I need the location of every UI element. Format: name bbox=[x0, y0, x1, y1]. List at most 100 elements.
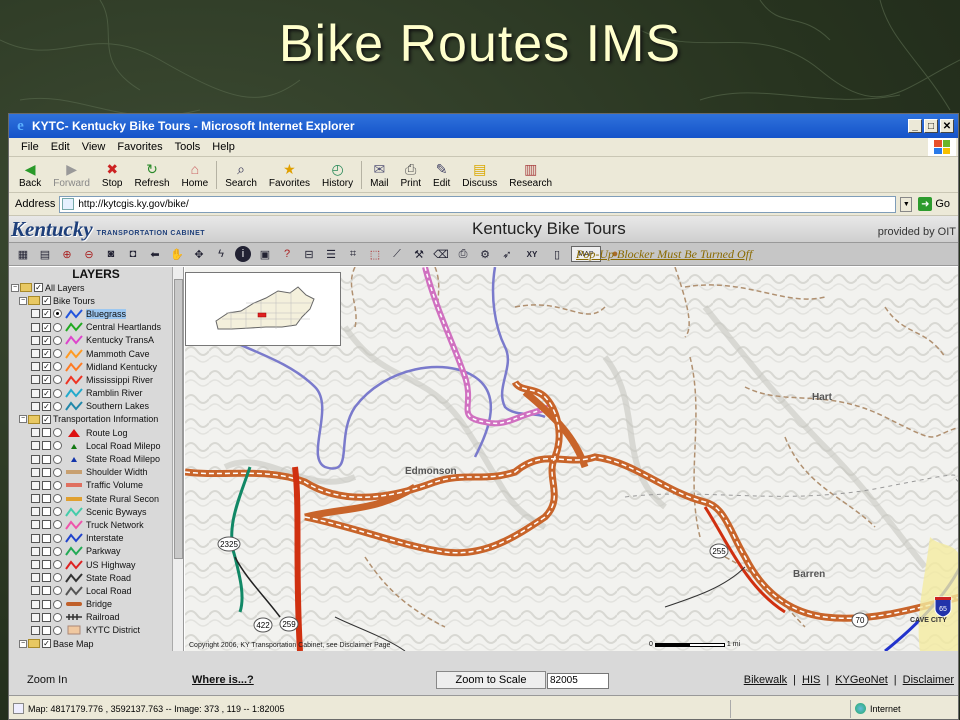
layer-visible-checkbox[interactable] bbox=[42, 520, 51, 530]
layer-visible-checkbox[interactable]: ✓ bbox=[42, 362, 51, 372]
link-his[interactable]: HIS bbox=[802, 674, 820, 686]
scrollbar-thumb[interactable] bbox=[174, 279, 183, 559]
find-icon[interactable]: ⊟ bbox=[301, 246, 317, 262]
menu-edit[interactable]: Edit bbox=[51, 141, 70, 153]
layer-active-radio[interactable] bbox=[53, 375, 62, 385]
layer-row[interactable]: ✓ Mississippi River bbox=[9, 373, 183, 386]
layer-visible-checkbox[interactable] bbox=[42, 546, 51, 556]
layer-group-row[interactable]: − ✓ Base Map bbox=[9, 637, 183, 650]
layer-visible-checkbox[interactable]: ✓ bbox=[42, 388, 51, 398]
layer-visible-checkbox[interactable] bbox=[42, 560, 51, 570]
collapse-toggle-icon[interactable]: − bbox=[19, 296, 27, 305]
layer-row[interactable]: Bridge bbox=[9, 598, 183, 611]
layer-active-radio[interactable] bbox=[53, 507, 62, 517]
collapse-toggle-icon[interactable]: − bbox=[11, 283, 19, 292]
layer-visible-checkbox[interactable] bbox=[42, 480, 51, 490]
layer-active-radio[interactable] bbox=[53, 362, 62, 372]
layer-active-radio[interactable] bbox=[53, 599, 62, 609]
layer-visible-checkbox[interactable]: ✓ bbox=[42, 322, 51, 332]
hotlink-icon[interactable]: ϟ bbox=[213, 246, 229, 262]
edit-button[interactable]: ✎ Edit bbox=[427, 158, 456, 192]
layer-visible-checkbox[interactable] bbox=[42, 494, 51, 504]
layer-visible-checkbox[interactable] bbox=[42, 441, 51, 451]
layer-active-radio[interactable] bbox=[53, 388, 62, 398]
link-kygeonet[interactable]: KYGeoNet bbox=[835, 674, 888, 686]
favorites-button[interactable]: ★ Favorites bbox=[263, 158, 316, 192]
legend-toggle-icon[interactable]: ▦ bbox=[15, 246, 31, 262]
layer-group-checkbox[interactable]: ✓ bbox=[42, 639, 51, 649]
address-input[interactable]: http://kytcgis.ky.gov/bike/ bbox=[59, 195, 897, 213]
layer-visible-checkbox[interactable]: ✓ bbox=[42, 335, 51, 345]
layer-active-radio[interactable] bbox=[53, 494, 62, 504]
layer-row[interactable]: Interstate bbox=[9, 532, 183, 545]
layer-visible-checkbox[interactable]: ✓ bbox=[42, 309, 51, 319]
layer-row[interactable]: Truck Network bbox=[9, 518, 183, 531]
layer-row[interactable]: ✓ Central Heartlands bbox=[9, 321, 183, 334]
menu-view[interactable]: View bbox=[82, 141, 106, 153]
zoom-to-scale-button[interactable]: Zoom to Scale bbox=[436, 671, 546, 689]
full-extent-icon[interactable]: ◙ bbox=[103, 246, 119, 262]
layer-visible-checkbox[interactable] bbox=[42, 428, 51, 438]
layer-visible-checkbox[interactable] bbox=[42, 586, 51, 596]
zoom-out-icon[interactable]: ⊖ bbox=[81, 246, 97, 262]
layer-active-radio[interactable] bbox=[53, 480, 62, 490]
layer-group-checkbox[interactable]: ✓ bbox=[42, 296, 51, 306]
popup-blocker-notice[interactable]: Pop-Up Blocker Must Be Turned Off bbox=[576, 247, 752, 262]
link-bikewalk[interactable]: Bikewalk bbox=[744, 674, 787, 686]
layer-row[interactable]: US Highway bbox=[9, 558, 183, 571]
discuss-button[interactable]: ▤ Discuss bbox=[456, 158, 503, 192]
print-map-icon[interactable]: ⎙ bbox=[455, 246, 471, 262]
layer-active-radio[interactable] bbox=[53, 428, 62, 438]
layer-visible-checkbox[interactable] bbox=[42, 454, 51, 464]
layer-active-radio[interactable] bbox=[53, 349, 62, 359]
menu-tools[interactable]: Tools bbox=[175, 141, 201, 153]
layer-active-radio[interactable] bbox=[53, 546, 62, 556]
layer-active-radio[interactable] bbox=[53, 573, 62, 583]
layer-active-radio[interactable] bbox=[53, 612, 62, 622]
forward-button[interactable]: ▶ Forward bbox=[47, 158, 96, 192]
menu-help[interactable]: Help bbox=[212, 141, 235, 153]
layer-visible-checkbox[interactable] bbox=[42, 625, 51, 635]
layers-scrollbar[interactable] bbox=[172, 267, 183, 651]
print-button[interactable]: ⎙ Print bbox=[394, 158, 427, 192]
layer-row[interactable]: ✓ Mammoth Cave bbox=[9, 347, 183, 360]
back-extent-icon[interactable]: ⬅ bbox=[147, 246, 163, 262]
layers-toggle-icon[interactable]: ▤ bbox=[37, 246, 53, 262]
layer-row[interactable]: Shoulder Width bbox=[9, 466, 183, 479]
layer-active-radio[interactable] bbox=[53, 454, 62, 464]
layer-active-radio[interactable] bbox=[53, 520, 62, 530]
layer-active-radio[interactable] bbox=[53, 467, 62, 477]
layer-row[interactable]: ✓ Southern Lakes bbox=[9, 400, 183, 413]
refresh-button[interactable]: ↻ Refresh bbox=[129, 158, 176, 192]
layer-active-radio[interactable] bbox=[53, 625, 62, 635]
layer-group-row[interactable]: − ✓ Transportation Information bbox=[9, 413, 183, 426]
layer-visible-checkbox[interactable] bbox=[42, 599, 51, 609]
layer-row[interactable]: Traffic Volume bbox=[9, 479, 183, 492]
layer-active-radio[interactable] bbox=[53, 441, 62, 451]
layer-row[interactable]: State Road bbox=[9, 571, 183, 584]
identify-icon[interactable]: i bbox=[235, 246, 251, 262]
layer-active-radio[interactable] bbox=[53, 533, 62, 543]
menu-favorites[interactable]: Favorites bbox=[117, 141, 162, 153]
layer-row[interactable]: ✓ Ramblin River bbox=[9, 387, 183, 400]
layer-visible-checkbox[interactable]: ✓ bbox=[42, 349, 51, 359]
link-disclaimer[interactable]: Disclaimer bbox=[903, 674, 954, 686]
layer-group-checkbox[interactable]: ✓ bbox=[42, 414, 51, 424]
back-button[interactable]: ◀ Back bbox=[13, 158, 47, 192]
layer-row[interactable]: ✓ Midland Kentucky bbox=[9, 360, 183, 373]
layer-active-radio[interactable] bbox=[53, 560, 62, 570]
query-icon[interactable]: ? bbox=[279, 246, 295, 262]
layer-active-radio[interactable] bbox=[53, 335, 62, 345]
locate-icon[interactable]: ➶ bbox=[499, 246, 515, 262]
select-icon[interactable]: ▣ bbox=[257, 246, 273, 262]
buffer-icon[interactable]: ⚒ bbox=[411, 246, 427, 262]
layer-visible-checkbox[interactable] bbox=[42, 507, 51, 517]
search-button[interactable]: ⌕ Search bbox=[219, 158, 263, 192]
home-button[interactable]: ⌂ Home bbox=[176, 158, 215, 192]
layer-row[interactable]: KYTC District bbox=[9, 624, 183, 637]
layer-active-radio[interactable] bbox=[53, 401, 62, 411]
layer-active-radio[interactable] bbox=[53, 322, 62, 332]
layer-visible-checkbox[interactable] bbox=[42, 573, 51, 583]
minimize-button[interactable]: _ bbox=[908, 119, 922, 133]
research-button[interactable]: ▥ Research bbox=[503, 158, 558, 192]
